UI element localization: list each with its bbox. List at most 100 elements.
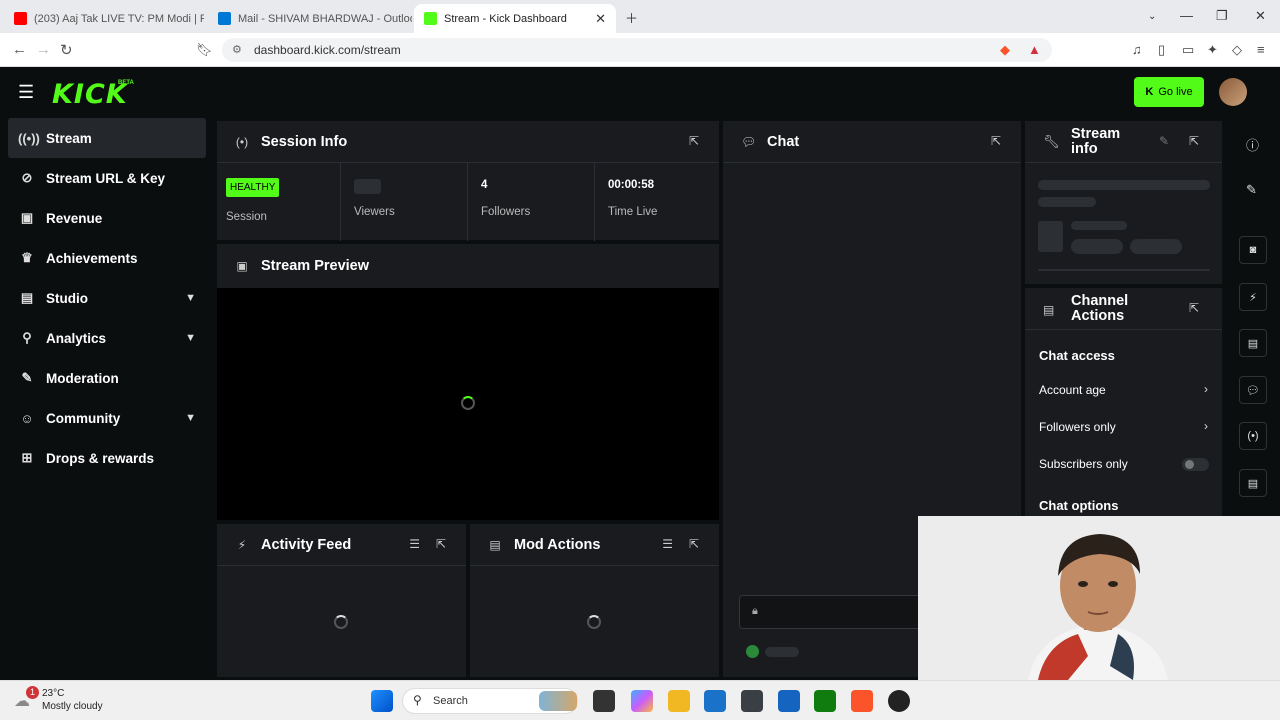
popout-icon[interactable]: ⇱ xyxy=(689,134,699,148)
loading-skeleton xyxy=(1071,239,1123,254)
media-icon[interactable]: ♫ xyxy=(1132,42,1142,57)
sidebar-item-achievements[interactable]: ♛ Achievements xyxy=(8,238,206,278)
copilot-icon[interactable] xyxy=(631,690,653,712)
back-icon[interactable]: ← xyxy=(12,41,27,58)
xbox-icon[interactable] xyxy=(814,690,836,712)
obs-icon[interactable] xyxy=(888,690,910,712)
sidebar-item-community[interactable]: ☺ Community ▼ xyxy=(8,398,206,438)
document-icon[interactable]: ▤ xyxy=(1239,329,1267,357)
tab-search-icon[interactable]: ⌄ xyxy=(1148,11,1156,22)
taskbar-search-box[interactable]: ⚲ Search xyxy=(402,688,578,714)
brave-shields-icon[interactable]: ◆ xyxy=(1000,42,1010,58)
go-live-button[interactable]: K Go live xyxy=(1134,77,1204,107)
chat-input[interactable]: 🔒︎ xyxy=(739,595,939,629)
chevron-down-icon[interactable]: ▼ xyxy=(185,332,196,344)
wallet-icon[interactable]: ▭ xyxy=(1182,42,1194,58)
chat-bubble-icon[interactable]: 💬︎ xyxy=(1239,376,1267,404)
task-view-icon[interactable] xyxy=(593,690,615,712)
account-age-row[interactable]: Account age › xyxy=(1025,376,1222,404)
mod-actions-panel: ▤ Mod Actions ☰ ⇱ xyxy=(470,524,719,677)
popout-icon[interactable]: ⇱ xyxy=(1189,134,1199,148)
browser-tab-youtube[interactable]: (203) Aaj Tak LIVE TV: PM Modi | Pap xyxy=(4,4,204,33)
time-live-label: Time Live xyxy=(608,206,658,218)
chevron-down-icon[interactable]: ▼ xyxy=(185,412,196,424)
activity-feed-panel: ⚡︎ Activity Feed ☰ ⇱ xyxy=(217,524,466,677)
broadcast-icon[interactable]: (•) xyxy=(1239,422,1267,450)
popout-icon[interactable]: ⇱ xyxy=(991,134,1001,148)
kick-emote-icon[interactable] xyxy=(746,645,759,658)
edit-icon[interactable]: ✎ xyxy=(1159,134,1169,148)
windows-start-icon[interactable] xyxy=(371,690,393,712)
info-icon[interactable]: ⓘ xyxy=(1246,135,1259,154)
sidebar-icon[interactable]: ▯ xyxy=(1158,42,1165,58)
hamburger-menu-icon[interactable]: ☰ xyxy=(18,82,34,103)
avatar[interactable] xyxy=(1219,78,1247,106)
stream-preview-video[interactable] xyxy=(217,288,719,520)
filter-icon[interactable]: ☰ xyxy=(662,537,673,551)
close-tab-icon[interactable]: ✕ xyxy=(595,11,606,27)
wrench-icon: 🔧︎ xyxy=(1043,134,1060,149)
kick-k-icon: K xyxy=(1145,86,1154,98)
broadcast-icon: (•) xyxy=(235,134,249,149)
minimize-icon[interactable]: — xyxy=(1180,8,1193,23)
sidebar-item-studio[interactable]: ▤ Studio ▼ xyxy=(8,278,206,318)
vpn-icon[interactable]: ◇ xyxy=(1232,42,1242,58)
channel-actions-icon[interactable]: ▤ xyxy=(1239,469,1267,497)
go-live-label: Go live xyxy=(1158,86,1193,98)
lightning-icon: ⚡︎ xyxy=(237,537,247,552)
vscode-icon[interactable] xyxy=(778,690,800,712)
session-label: Session xyxy=(226,211,267,223)
kick-logo[interactable]: KICK xyxy=(52,79,128,110)
wallet-icon: ▣ xyxy=(20,210,34,225)
document-icon: ▤ xyxy=(489,537,501,552)
sidebar-item-analytics[interactable]: ⚲ Analytics ▼ xyxy=(8,318,206,358)
edit-layout-icon[interactable]: ✎ xyxy=(1246,182,1257,198)
loading-skeleton xyxy=(1071,221,1127,230)
subscribers-only-toggle[interactable] xyxy=(1182,458,1209,471)
forward-icon[interactable]: → xyxy=(36,41,51,58)
site-info-icon[interactable]: ⚙ xyxy=(232,38,242,62)
viewers-stat: Viewers xyxy=(341,163,468,241)
popout-icon[interactable]: ⇱ xyxy=(436,537,446,551)
session-info-header: (•) Session Info ⇱ xyxy=(217,121,719,163)
brave-rewards-icon[interactable]: ▲ xyxy=(1028,42,1041,57)
brave-browser-icon[interactable] xyxy=(851,690,873,712)
sidebar-item-stream[interactable]: ((•)) Stream xyxy=(8,118,206,158)
activity-feed-header: ⚡︎ Activity Feed ☰ ⇱ xyxy=(217,524,466,566)
weather-badge: 1 xyxy=(26,686,39,699)
popout-icon[interactable]: ⇱ xyxy=(1189,301,1199,315)
chat-title: Chat xyxy=(767,133,800,150)
followers-only-row[interactable]: Followers only › xyxy=(1025,413,1222,441)
session-info-title: Session Info xyxy=(261,133,348,150)
subscribers-only-label: Subscribers only xyxy=(1039,457,1128,471)
loading-skeleton xyxy=(1130,239,1182,254)
time-live-stat: 00:00:58 Time Live xyxy=(595,163,719,241)
bookmark-icon[interactable]: 🔖︎ xyxy=(196,42,213,58)
leo-ai-icon[interactable]: ✦ xyxy=(1207,42,1218,58)
chat-header: 💬︎ Chat ⇱ xyxy=(723,121,1021,163)
weather-temp: 23°C xyxy=(42,688,65,699)
file-explorer-icon[interactable] xyxy=(668,690,690,712)
browser-tab-kick[interactable]: Stream - Kick Dashboard ✕ xyxy=(414,4,616,33)
reload-icon[interactable]: ↻ xyxy=(60,41,73,59)
new-tab-icon[interactable]: ＋ xyxy=(625,8,638,27)
url-field[interactable]: ⚙ dashboard.kick.com/stream xyxy=(222,38,1052,62)
screenshot-icon[interactable]: ◙ xyxy=(1239,236,1267,264)
app-icon[interactable] xyxy=(741,690,763,712)
popout-icon[interactable]: ⇱ xyxy=(689,537,699,551)
close-window-icon[interactable]: ✕ xyxy=(1255,8,1266,24)
followers-label: Followers xyxy=(481,206,531,218)
lightning-icon[interactable]: ⚡︎ xyxy=(1239,283,1267,311)
maximize-icon[interactable]: ❐ xyxy=(1216,8,1228,24)
sidebar-item-revenue[interactable]: ▣ Revenue xyxy=(8,198,206,238)
loading-spinner xyxy=(334,615,348,629)
sidebar-item-stream-url-key[interactable]: ⊘ Stream URL & Key xyxy=(8,158,206,198)
sidebar-item-drops-rewards[interactable]: ⊞ Drops & rewards xyxy=(8,438,206,478)
store-icon[interactable] xyxy=(704,690,726,712)
chevron-down-icon[interactable]: ▼ xyxy=(185,292,196,304)
tab-label: Stream - Kick Dashboard xyxy=(444,12,567,25)
browser-tab-outlook[interactable]: Mail - SHIVAM BHARDWAJ - Outlook xyxy=(208,4,412,33)
sidebar-item-moderation[interactable]: ✎ Moderation xyxy=(8,358,206,398)
menu-icon[interactable]: ≡ xyxy=(1257,42,1265,57)
filter-icon[interactable]: ☰ xyxy=(409,537,420,551)
